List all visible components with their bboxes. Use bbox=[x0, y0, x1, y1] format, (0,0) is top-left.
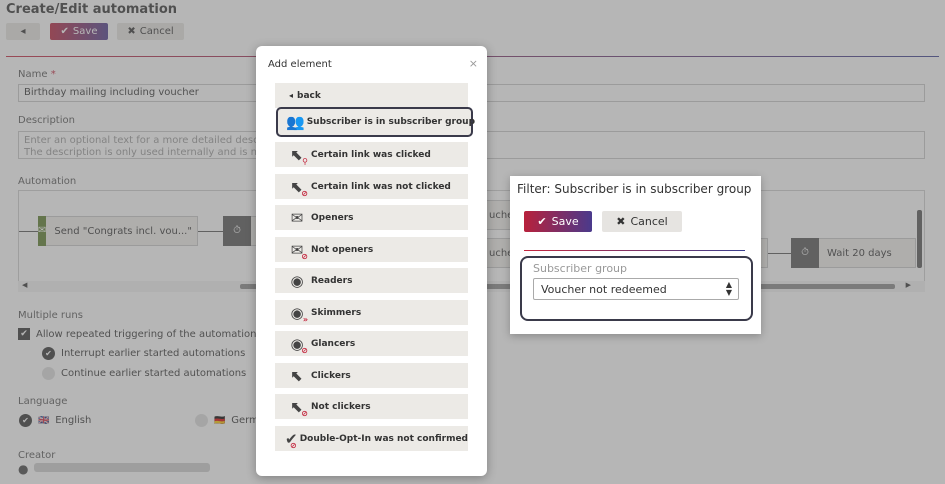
item-glancers[interactable]: ◉ ⊘ Glancers bbox=[275, 331, 468, 356]
close-icon: ✖ bbox=[616, 215, 626, 228]
envelope-open-icon: ✉ bbox=[290, 208, 304, 227]
item-doi-not-confirmed[interactable]: ✔ ⊘ Double-Opt-In was not confirmed bbox=[275, 426, 468, 451]
subscriber-group-label: Subscriber group bbox=[533, 262, 628, 275]
eye-icon: ◉ bbox=[290, 271, 304, 290]
caret-left-icon: ◂ bbox=[289, 91, 294, 100]
users-icon: 👥 bbox=[286, 113, 305, 131]
eye-skim-icon: ◉» bbox=[290, 303, 308, 324]
filter-title: Filter: Subscriber is in subscriber grou… bbox=[517, 182, 752, 196]
item-openers[interactable]: ✉ Openers bbox=[275, 205, 468, 230]
cursor-not-icon: ⬉ ⊘ bbox=[290, 397, 308, 418]
item-clickers[interactable]: ⬉ Clickers bbox=[275, 363, 468, 388]
cursor-icon: ⬉ bbox=[290, 366, 304, 385]
select-arrows-icon: ▲ ▼ bbox=[725, 280, 732, 297]
cursor-link-icon: ⬉ ⚲ bbox=[290, 145, 308, 166]
subscriber-group-field: Subscriber group Voucher not redeemed ▲ ▼ bbox=[520, 256, 753, 321]
filter-save-button[interactable]: ✔ Save bbox=[524, 211, 592, 232]
check-icon: ✔ bbox=[537, 215, 547, 228]
envelope-not-icon: ✉ ⊘ bbox=[290, 240, 308, 261]
item-link-not-clicked[interactable]: ⬉ ⊘ Certain link was not clicked bbox=[275, 174, 468, 199]
filter-panel: Filter: Subscriber is in subscriber grou… bbox=[510, 176, 761, 334]
item-link-clicked[interactable]: ⬉ ⚲ Certain link was clicked bbox=[275, 142, 468, 167]
filter-divider bbox=[524, 250, 745, 251]
item-skimmers[interactable]: ◉» Skimmers bbox=[275, 300, 468, 325]
cursor-link-not-icon: ⬉ ⊘ bbox=[290, 177, 308, 198]
eye-glance-icon: ◉ ⊘ bbox=[290, 334, 308, 355]
item-not-clickers[interactable]: ⬉ ⊘ Not clickers bbox=[275, 394, 468, 419]
item-not-openers[interactable]: ✉ ⊘ Not openers bbox=[275, 237, 468, 262]
doi-not-icon: ✔ ⊘ bbox=[285, 429, 298, 450]
item-subscriber-group[interactable]: 👥 Subscriber is in subscriber group bbox=[276, 107, 475, 137]
filter-cancel-button[interactable]: ✖ Cancel bbox=[602, 211, 682, 232]
add-element-modal: Add element × ◂ back 👥 Subscriber is in … bbox=[256, 46, 487, 476]
item-readers[interactable]: ◉ Readers bbox=[275, 268, 468, 293]
subscriber-group-select[interactable]: Voucher not redeemed ▲ ▼ bbox=[533, 278, 739, 300]
modal-title: Add element bbox=[268, 59, 332, 70]
back-item[interactable]: ◂ back bbox=[275, 83, 468, 108]
close-icon[interactable]: × bbox=[469, 57, 478, 70]
